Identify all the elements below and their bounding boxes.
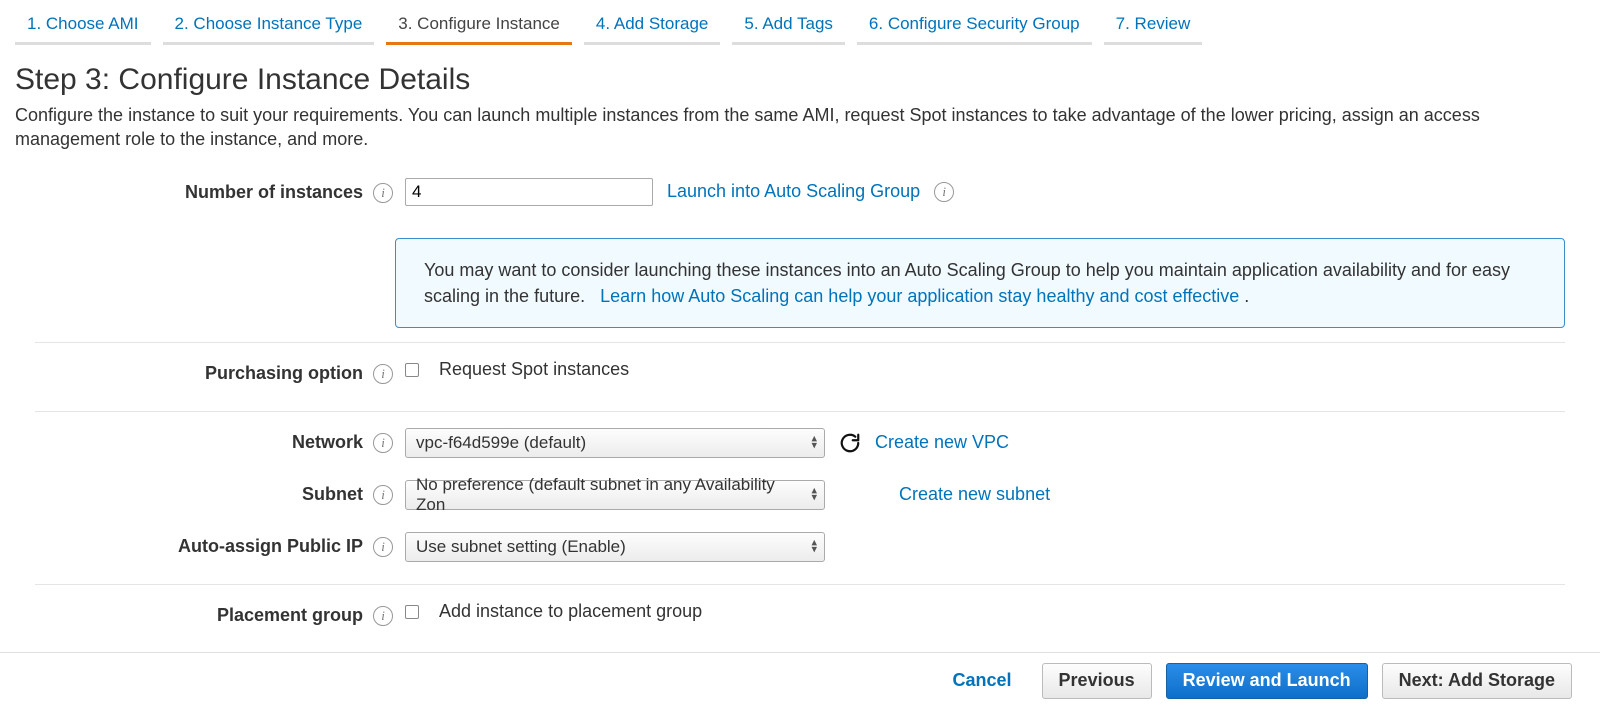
label-number-of-instances: Number of instances: [185, 182, 363, 203]
wizard-tab-add-tags[interactable]: 5. Add Tags: [732, 8, 845, 45]
label-auto-assign-ip: Auto-assign Public IP: [178, 536, 363, 557]
wizard-tab-choose-instance-type[interactable]: 2. Choose Instance Type: [163, 8, 375, 45]
section-divider: [35, 342, 1565, 343]
create-vpc-link[interactable]: Create new VPC: [875, 432, 1009, 453]
review-and-launch-button[interactable]: Review and Launch: [1166, 663, 1368, 699]
wizard-tab-review[interactable]: 7. Review: [1104, 8, 1203, 45]
spot-instances-label: Request Spot instances: [439, 359, 629, 380]
subnet-select-value: No preference (default subnet in any Ava…: [416, 475, 796, 515]
row-subnet: Subnet i No preference (default subnet i…: [35, 478, 1565, 522]
network-select[interactable]: vpc-f64d599e (default): [405, 428, 825, 458]
page-title: Step 3: Configure Instance Details: [15, 63, 1585, 97]
info-icon[interactable]: i: [373, 183, 393, 203]
info-icon[interactable]: i: [373, 485, 393, 505]
row-auto-assign-ip: Auto-assign Public IP i Use subnet setti…: [35, 530, 1565, 574]
label-placement-group: Placement group: [217, 605, 363, 626]
label-network: Network: [292, 432, 363, 453]
spot-instances-checkbox[interactable]: [405, 363, 419, 377]
info-icon[interactable]: i: [373, 537, 393, 557]
section-divider: [35, 584, 1565, 585]
asg-info-period: .: [1244, 286, 1249, 306]
next-add-storage-button[interactable]: Next: Add Storage: [1382, 663, 1572, 699]
asg-info-box: You may want to consider launching these…: [395, 238, 1565, 328]
chevron-updown-icon: [811, 435, 816, 450]
wizard-steps: 1. Choose AMI 2. Choose Instance Type 3.…: [15, 0, 1585, 45]
row-network: Network i vpc-f64d599e (default) Crea: [35, 426, 1565, 470]
label-purchasing-option: Purchasing option: [205, 363, 363, 384]
public-ip-select[interactable]: Use subnet setting (Enable): [405, 532, 825, 562]
label-subnet: Subnet: [302, 484, 363, 505]
section-divider: [35, 411, 1565, 412]
create-subnet-link[interactable]: Create new subnet: [899, 484, 1050, 505]
wizard-footer: Cancel Previous Review and Launch Next: …: [0, 652, 1600, 708]
info-icon[interactable]: i: [934, 182, 954, 202]
public-ip-select-value: Use subnet setting (Enable): [416, 537, 626, 557]
row-number-of-instances: Number of instances i Launch into Auto S…: [35, 176, 1565, 220]
previous-button[interactable]: Previous: [1042, 663, 1152, 699]
info-icon[interactable]: i: [373, 433, 393, 453]
launch-into-asg-link[interactable]: Launch into Auto Scaling Group: [667, 181, 920, 202]
row-placement-group: Placement group i Add instance to placem…: [35, 599, 1565, 640]
wizard-tab-configure-instance[interactable]: 3. Configure Instance: [386, 8, 572, 45]
wizard-tab-add-storage[interactable]: 4. Add Storage: [584, 8, 720, 45]
info-icon[interactable]: i: [373, 364, 393, 384]
refresh-icon[interactable]: [839, 432, 861, 454]
chevron-updown-icon: [811, 539, 816, 554]
info-icon[interactable]: i: [373, 606, 393, 626]
subnet-select[interactable]: No preference (default subnet in any Ava…: [405, 480, 825, 510]
instance-count-input[interactable]: [405, 178, 653, 206]
placement-group-checkbox[interactable]: [405, 605, 419, 619]
cancel-button[interactable]: Cancel: [937, 663, 1028, 699]
wizard-tab-configure-security-group[interactable]: 6. Configure Security Group: [857, 8, 1092, 45]
asg-learn-link[interactable]: Learn how Auto Scaling can help your app…: [600, 286, 1239, 306]
placement-group-label: Add instance to placement group: [439, 601, 702, 622]
network-select-value: vpc-f64d599e (default): [416, 433, 586, 453]
wizard-tab-choose-ami[interactable]: 1. Choose AMI: [15, 8, 151, 45]
row-purchasing-option: Purchasing option i Request Spot instanc…: [35, 357, 1565, 401]
chevron-updown-icon: [811, 487, 816, 502]
page-description: Configure the instance to suit your requ…: [15, 103, 1585, 152]
